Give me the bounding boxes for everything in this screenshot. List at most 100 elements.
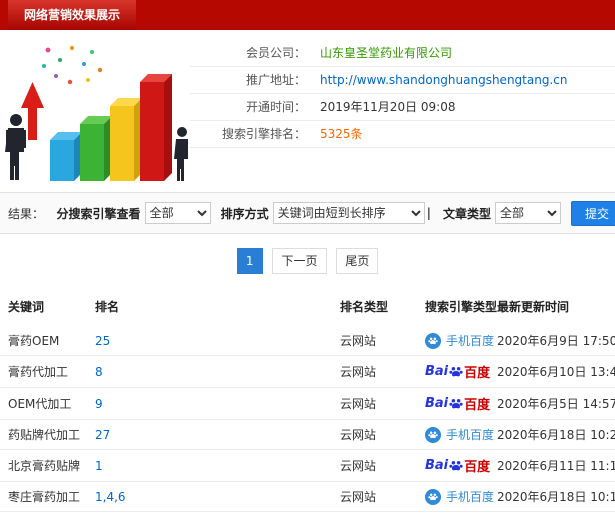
rank-cell: 1,4,6 [95,481,340,512]
rank-cell: 25 [95,326,340,356]
tab-marketing-effect[interactable]: 网络营销效果展示 [8,0,137,30]
updated-cell: 2020年6月5日 14:57 [497,387,615,420]
rank-cell: 27 [95,419,340,450]
engine-cell: 手机百度 [425,481,497,512]
keyword-cell: 药贴牌代加工 [0,419,95,450]
rank-link[interactable]: 1 [95,459,103,473]
rank-cell: 4 [95,511,340,520]
keyword-cell: OEM代加工 [0,387,95,420]
baidu-paw-icon [449,366,463,376]
baidu-logo-prefix: Bai [425,396,449,411]
rank-cell: 9 [95,387,340,420]
keyword-rank-table: 关键词 排名 排名类型 搜索引擎类型 最新更新时间 膏药OEM 25 云网站 手机百度… [0,289,615,520]
rank-link[interactable]: 9 [95,397,103,411]
header-bar: 网络营销效果展示 [0,0,615,30]
engine-cell: 手机百度 [425,419,497,450]
pagination: 1 下一页 尾页 [0,234,615,287]
updated-cell: 2020年6月11日 11:18 [497,449,615,482]
table-header-row: 关键词 排名 排名类型 搜索引擎类型 最新更新时间 [0,289,615,326]
mobile-baidu-icon [425,426,441,443]
baidu-logo: Bai 百度 [425,362,490,381]
member-info-section: 会员公司： 山东皇圣堂药业有限公司 推广地址： http://www.shandon… [0,30,615,184]
rank-type-cell: 云网站 [340,387,425,420]
engine-label: 手机百度 [446,334,495,348]
updated-cell: 2020年6月18日 10:19 [497,481,615,512]
keyword-cell: 枣庄膏药加工 [0,481,95,512]
engine-filter-select[interactable]: 全部 [144,202,211,224]
engine-label: 百度 [464,398,491,413]
rank-link[interactable]: 27 [95,428,110,442]
updated-cell: 2020年6月9日 17:50 [497,326,615,356]
baidu-logo-prefix: Bai [425,458,449,473]
table-row: 膏药代加工 8 云网站 Bai 百度 2020年6月10日 13:40 [0,355,615,388]
engine-cell: 手机百度 [425,326,497,356]
table-row: OEM代加工 9 云网站 Bai 百度 2020年6月5日 14:57 [0,387,615,420]
header-rank-type: 排名类型 [340,300,389,314]
keyword-cell: 膏药代加工 [0,355,95,388]
submit-button[interactable]: 提交 [570,200,615,226]
engine-cell: Bai百度 [425,511,497,520]
baidu-logo: Bai 百度 [425,394,490,413]
url-label: 推广地址： [245,73,306,87]
page-1-button[interactable]: 1 [236,248,263,274]
keyword-cell: 膏药OEM [0,326,95,356]
sort-label: 排序方式 [220,206,269,221]
filter-divider: | [426,206,431,220]
updated-cell: 2020年5月29日 10:32 [497,511,615,520]
businessman-left-figure [5,114,26,180]
rank-link[interactable]: 25 [95,334,110,348]
rank-cell: 8 [95,355,340,388]
engine-label: 百度 [464,460,491,475]
baidu-logo: Bai 百度 [425,456,490,475]
updated-cell: 2020年6月18日 10:25 [497,419,615,450]
header-rank: 排名 [95,300,120,314]
field-open-time: 开通时间： 2019年11月20日 09:08 [190,94,615,121]
sort-select[interactable]: 关键词由短到长排序 [272,202,425,224]
mobile-baidu-paw-icon [428,431,438,439]
company-label: 会员公司： [245,46,306,60]
promo-url-link[interactable]: http://www.shandonghuangshengtang.cn [320,73,567,87]
rank-type-cell: 云网站 [340,355,425,388]
last-page-button[interactable]: 尾页 [336,248,379,274]
mobile-baidu-icon [425,488,441,505]
header-engine-type: 搜索引擎类型 [425,300,498,314]
baidu-paw-icon [449,460,463,470]
rank-count-value: 5325条 [320,127,363,141]
open-time-value: 2019年11月20日 09:08 [320,100,456,114]
engine-label: 手机百度 [446,428,495,442]
baidu-paw-icon [449,398,463,408]
rank-type-cell: 云网站 [340,449,425,482]
member-fields: 会员公司： 山东皇圣堂药业有限公司 推广地址： http://www.shandon… [190,36,615,184]
table-row: 药贴牌代加工 27 云网站 手机百度 2020年6月18日 10:25 [0,419,615,450]
table-row: 膏药OEM 25 云网站 手机百度 2020年6月9日 17:50 [0,326,615,356]
rank-link[interactable]: 1,4,6 [95,490,126,504]
mobile-baidu-paw-icon [428,493,438,501]
rank-type-cell: 云网站 [340,326,425,356]
rank-type-cell: 云网站 [340,419,425,450]
updated-cell: 2020年6月10日 13:40 [497,355,615,388]
article-type-select[interactable]: 全部 [494,202,561,224]
rank-type-cell: 云网站 [340,481,425,512]
article-type-label: 文章类型 [442,206,491,221]
engine-cell: Bai 百度 [425,387,497,420]
chart-illustration [5,45,188,181]
engine-filter-label: 分搜索引擎查看 [56,206,141,221]
field-company: 会员公司： 山东皇圣堂药业有限公司 [190,40,615,67]
rank-link[interactable]: 8 [95,365,103,379]
engine-label: 手机百度 [446,490,495,504]
table-body: 膏药OEM 25 云网站 手机百度 2020年6月9日 17:50 膏药代加工 8 云网站 Ba… [0,326,615,520]
next-page-button[interactable]: 下一页 [272,248,327,274]
filter-controls: 分搜索引擎查看 全部 排序方式 关键词由短到长排序 | 文章类型 全部 提交 [47,200,615,226]
header-updated: 最新更新时间 [497,300,570,314]
filter-bar: 结果： 分搜索引擎查看 全部 排序方式 关键词由短到长排序 | 文章类型 全部 … [0,192,615,234]
table-row: 枣庄膏药加工 1,4,6 云网站 手机百度 2020年6月18日 10:19 [0,481,615,512]
result-label: 结果： [8,206,45,221]
engine-label: 百度 [464,366,491,381]
field-url: 推广地址： http://www.shandonghuangshengtang.c… [190,67,615,94]
baidu-logo-prefix: Bai [425,364,449,379]
keyword-cell: 北京膏药贴牌 [0,449,95,482]
rank-type-cell: 云网站 [340,511,425,520]
rank-count-label: 搜索引擎排名： [221,127,306,141]
engine-cell: Bai 百度 [425,449,497,482]
company-value[interactable]: 山东皇圣堂药业有限公司 [320,46,452,60]
